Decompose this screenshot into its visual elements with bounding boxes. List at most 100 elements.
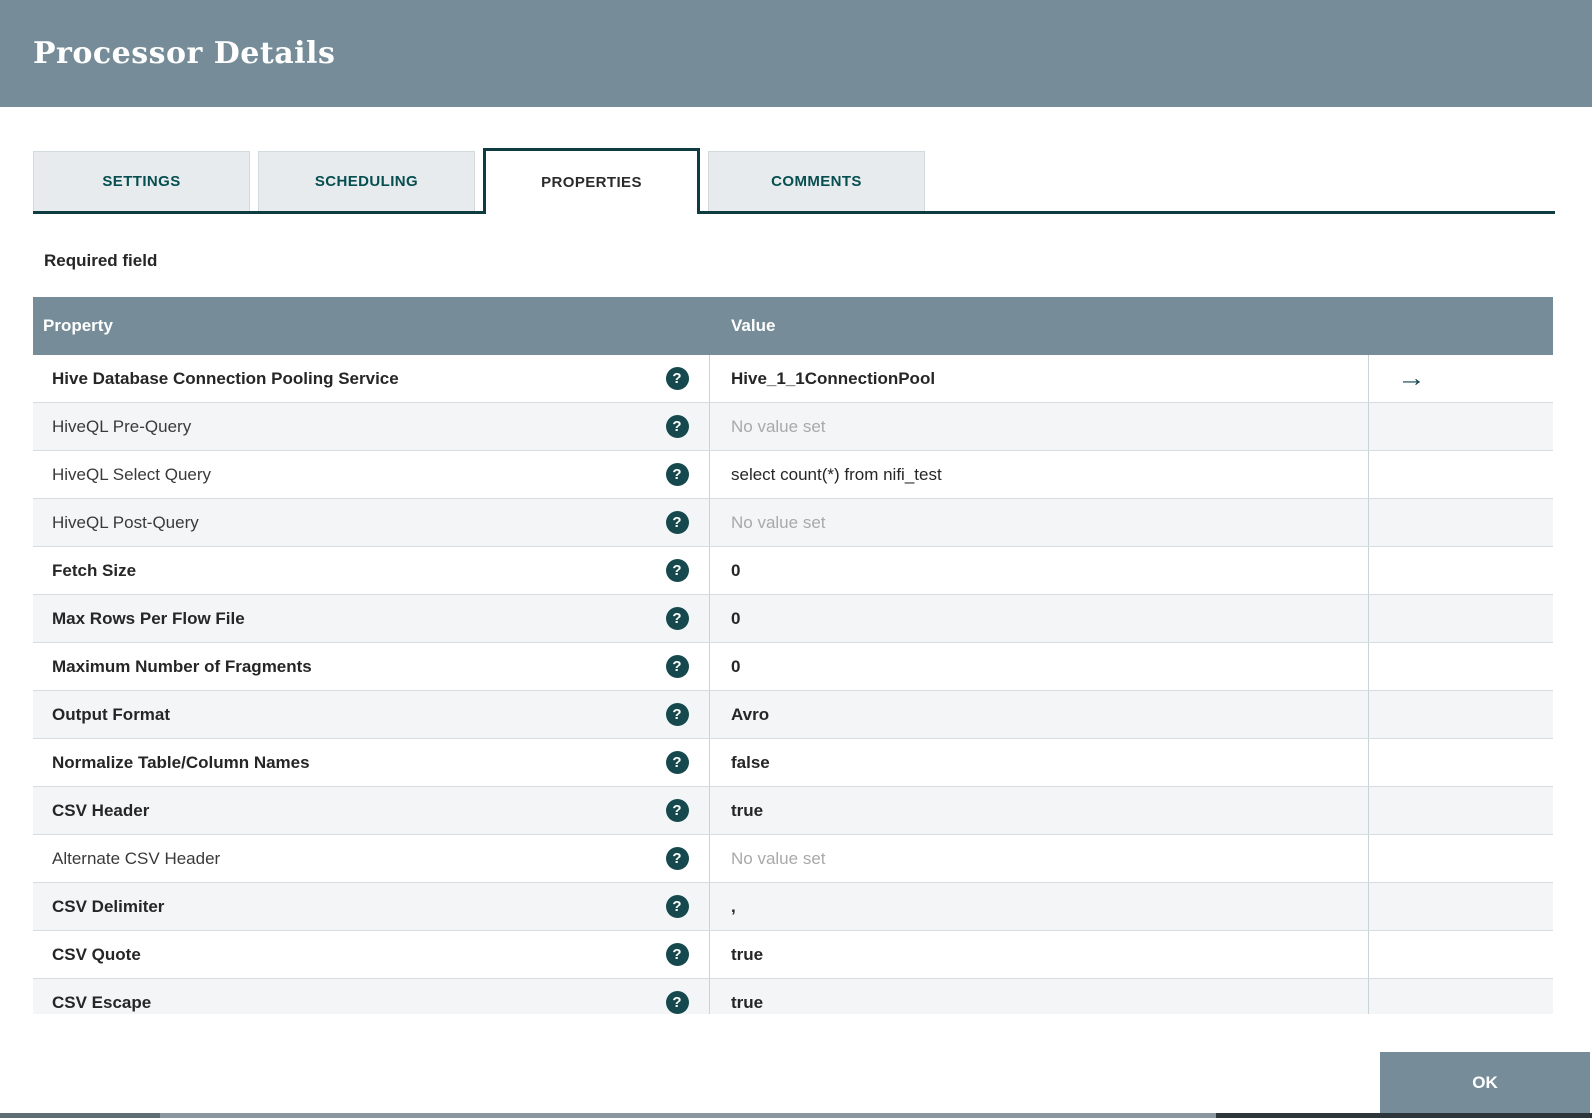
table-row: HiveQL Post-Query ? No value set — [33, 499, 1553, 547]
property-value[interactable]: true — [709, 787, 1368, 834]
tab-bar: SETTINGS SCHEDULING PROPERTIES COMMENTS — [33, 148, 1555, 214]
property-value[interactable]: true — [709, 979, 1368, 1014]
tab-settings[interactable]: SETTINGS — [33, 151, 250, 211]
goto-cell — [1368, 979, 1553, 1014]
property-name: Output Format — [33, 705, 645, 725]
help-icon-cell: ? — [645, 511, 709, 534]
table-row: Alternate CSV Header ? No value set — [33, 835, 1553, 883]
property-value[interactable]: select count(*) from nifi_test — [709, 451, 1368, 498]
help-icon-cell: ? — [645, 559, 709, 582]
required-field-label: Required field — [44, 251, 1592, 271]
property-value[interactable]: No value set — [709, 499, 1368, 546]
properties-table: Property Value Hive Database Connection … — [33, 297, 1553, 1014]
table-row: HiveQL Pre-Query ? No value set — [33, 403, 1553, 451]
table-row: Fetch Size ? 0 — [33, 547, 1553, 595]
property-value[interactable]: Hive_1_1ConnectionPool — [709, 355, 1368, 402]
column-header-value: Value — [709, 316, 1368, 336]
property-value[interactable]: 0 — [709, 547, 1368, 594]
help-icon-cell: ? — [645, 943, 709, 966]
property-name: CSV Header — [33, 801, 645, 821]
goto-cell — [1368, 499, 1553, 546]
property-name: HiveQL Post-Query — [33, 513, 645, 533]
help-icon[interactable]: ? — [666, 655, 689, 678]
help-icon[interactable]: ? — [666, 847, 689, 870]
help-icon[interactable]: ? — [666, 463, 689, 486]
help-icon-cell: ? — [645, 655, 709, 678]
tab-comments[interactable]: COMMENTS — [708, 151, 925, 211]
help-icon[interactable]: ? — [666, 799, 689, 822]
goto-cell — [1368, 931, 1553, 978]
goto-cell — [1368, 595, 1553, 642]
help-icon[interactable]: ? — [666, 751, 689, 774]
goto-cell — [1368, 883, 1553, 930]
property-name: Normalize Table/Column Names — [33, 753, 645, 773]
dialog-header: Processor Details — [0, 0, 1592, 107]
goto-cell — [1368, 739, 1553, 786]
help-icon[interactable]: ? — [666, 991, 689, 1014]
help-icon-cell: ? — [645, 415, 709, 438]
ok-button[interactable]: OK — [1380, 1052, 1590, 1113]
help-icon[interactable]: ? — [666, 367, 689, 390]
property-value[interactable]: true — [709, 931, 1368, 978]
help-icon-cell: ? — [645, 703, 709, 726]
table-row: HiveQL Select Query ? select count(*) fr… — [33, 451, 1553, 499]
property-name: Maximum Number of Fragments — [33, 657, 645, 677]
table-row: CSV Quote ? true — [33, 931, 1553, 979]
property-value[interactable]: false — [709, 739, 1368, 786]
help-icon[interactable]: ? — [666, 943, 689, 966]
property-name: CSV Delimiter — [33, 897, 645, 917]
property-value[interactable]: Avro — [709, 691, 1368, 738]
property-name: CSV Quote — [33, 945, 645, 965]
property-value[interactable]: No value set — [709, 835, 1368, 882]
help-icon-cell: ? — [645, 751, 709, 774]
table-row: CSV Delimiter ? , — [33, 883, 1553, 931]
property-value[interactable]: No value set — [709, 403, 1368, 450]
goto-cell — [1368, 403, 1553, 450]
property-name: CSV Escape — [33, 993, 645, 1013]
help-icon-cell: ? — [645, 367, 709, 390]
help-icon[interactable]: ? — [666, 895, 689, 918]
tab-properties[interactable]: PROPERTIES — [483, 148, 700, 214]
table-header-row: Property Value — [33, 297, 1553, 355]
help-icon-cell: ? — [645, 847, 709, 870]
help-icon[interactable]: ? — [666, 703, 689, 726]
table-row: Hive Database Connection Pooling Service… — [33, 355, 1553, 403]
property-name: HiveQL Pre-Query — [33, 417, 645, 437]
property-name: Hive Database Connection Pooling Service — [33, 369, 645, 389]
property-name: Fetch Size — [33, 561, 645, 581]
horizontal-scrollbar[interactable] — [0, 1113, 1592, 1118]
goto-cell — [1368, 643, 1553, 690]
dialog-title: Processor Details — [33, 36, 335, 71]
column-header-property: Property — [33, 316, 709, 336]
table-row: Max Rows Per Flow File ? 0 — [33, 595, 1553, 643]
scrollbar-thumb[interactable] — [0, 1113, 160, 1118]
property-value[interactable]: , — [709, 883, 1368, 930]
table-row: CSV Header ? true — [33, 787, 1553, 835]
help-icon-cell: ? — [645, 463, 709, 486]
table-row: CSV Escape ? true — [33, 979, 1553, 1014]
goto-cell — [1368, 835, 1553, 882]
goto-controller-service-icon[interactable]: → — [1397, 366, 1426, 391]
property-name: HiveQL Select Query — [33, 465, 645, 485]
scrollbar-end-cap — [1216, 1113, 1592, 1118]
help-icon-cell: ? — [645, 799, 709, 822]
help-icon[interactable]: ? — [666, 415, 689, 438]
property-value[interactable]: 0 — [709, 643, 1368, 690]
property-value[interactable]: 0 — [709, 595, 1368, 642]
goto-cell — [1368, 451, 1553, 498]
help-icon[interactable]: ? — [666, 511, 689, 534]
property-name: Max Rows Per Flow File — [33, 609, 645, 629]
table-row: Output Format ? Avro — [33, 691, 1553, 739]
help-icon-cell: ? — [645, 991, 709, 1014]
goto-cell: → — [1368, 355, 1553, 402]
processor-details-dialog: Processor Details SETTINGS SCHEDULING PR… — [0, 0, 1592, 1118]
help-icon-cell: ? — [645, 895, 709, 918]
tab-scheduling[interactable]: SCHEDULING — [258, 151, 475, 211]
goto-cell — [1368, 787, 1553, 834]
help-icon[interactable]: ? — [666, 559, 689, 582]
help-icon[interactable]: ? — [666, 607, 689, 630]
table-body: Hive Database Connection Pooling Service… — [33, 355, 1553, 1014]
property-name: Alternate CSV Header — [33, 849, 645, 869]
goto-cell — [1368, 547, 1553, 594]
goto-cell — [1368, 691, 1553, 738]
